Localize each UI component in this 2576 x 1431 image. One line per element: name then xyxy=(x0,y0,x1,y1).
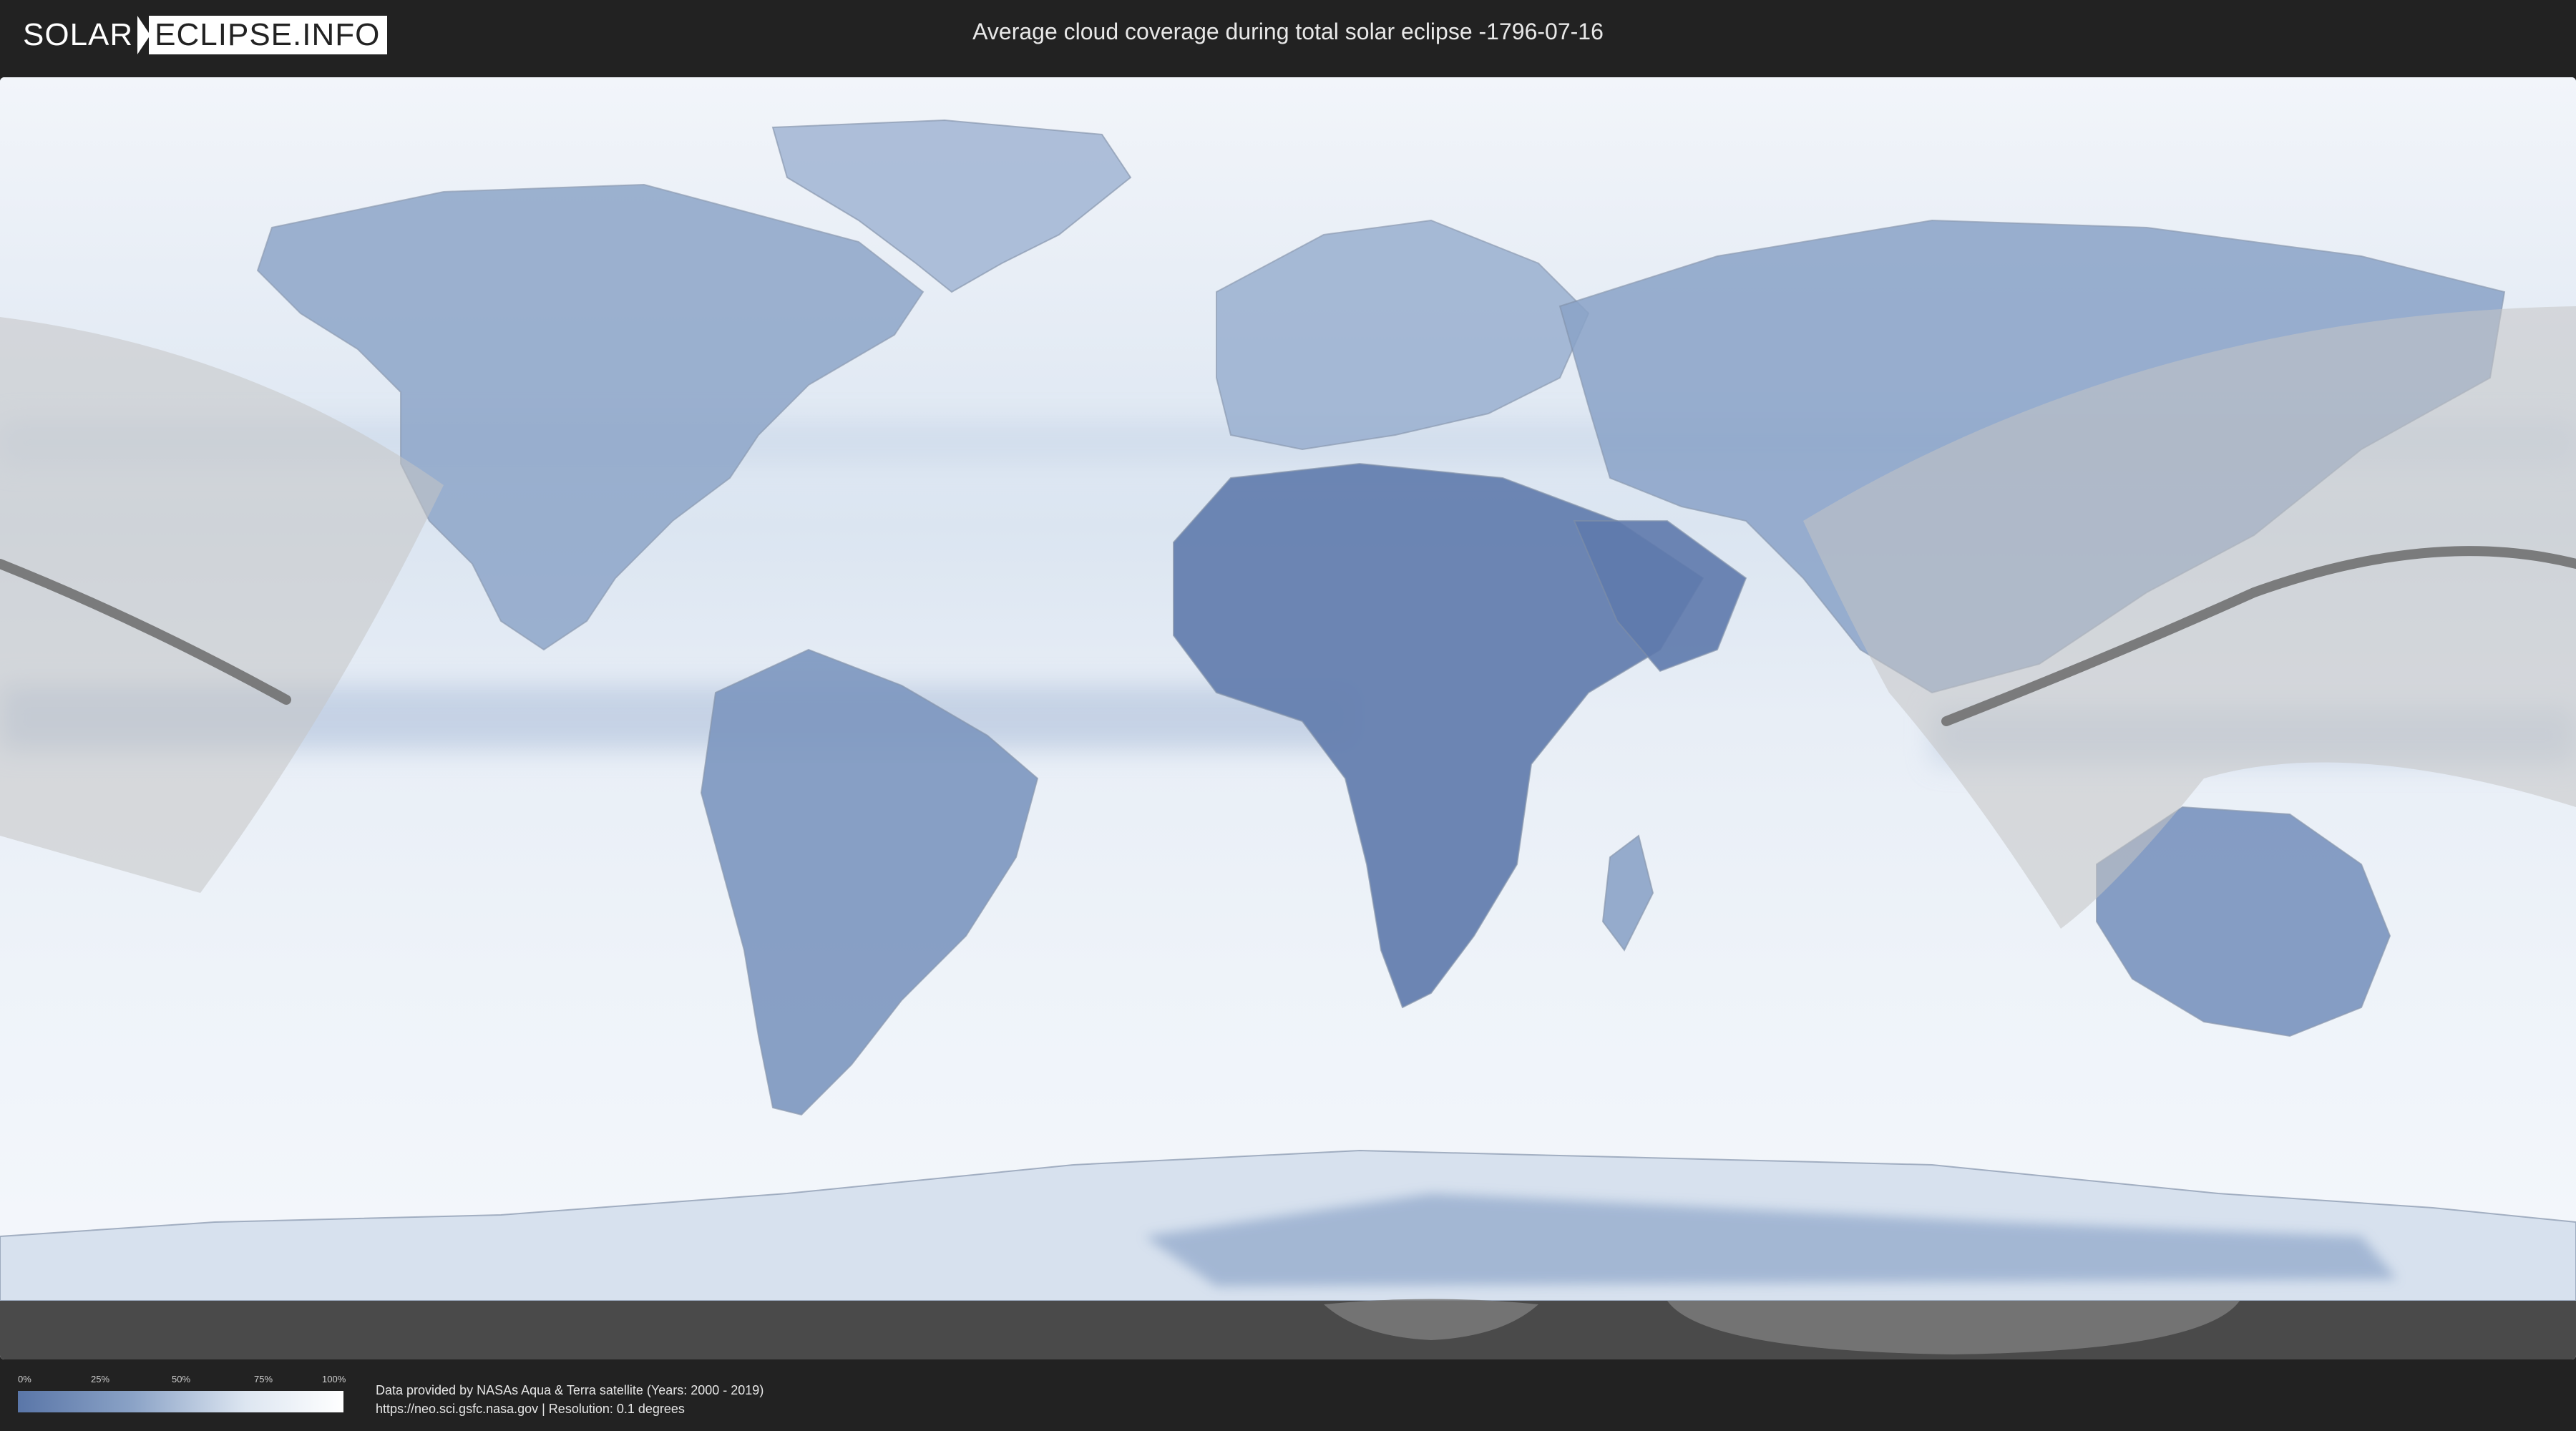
legend-tick-25: 25% xyxy=(91,1374,110,1384)
legend-tick-100: 100% xyxy=(322,1374,346,1384)
page-title: Average cloud coverage during total sola… xyxy=(972,19,1604,44)
footer-bar: 0% 25% 50% 75% 100% Data provided by NAS… xyxy=(0,1359,2576,1431)
source-line[interactable]: https://neo.sci.gsfc.nasa.gov | Resoluti… xyxy=(376,1400,763,1418)
legend-gradient-bar xyxy=(18,1391,343,1412)
header-bar: SOLAR ECLIPSE.INFO Average cloud coverag… xyxy=(0,0,2576,72)
cloud-coverage-map xyxy=(0,77,2576,1359)
legend-tick-75: 75% xyxy=(254,1374,273,1384)
credit-line: Data provided by NASAs Aqua & Terra sate… xyxy=(376,1383,764,1397)
legend-tick-0: 0% xyxy=(18,1374,31,1384)
data-credits: Data provided by NASAs Aqua & Terra sate… xyxy=(376,1381,763,1418)
cloud-coverage-legend: 0% 25% 50% 75% 100% xyxy=(18,1374,346,1418)
legend-ticks: 0% 25% 50% 75% 100% xyxy=(18,1374,346,1387)
legend-tick-50: 50% xyxy=(172,1374,191,1384)
map-svg xyxy=(0,77,2576,1359)
